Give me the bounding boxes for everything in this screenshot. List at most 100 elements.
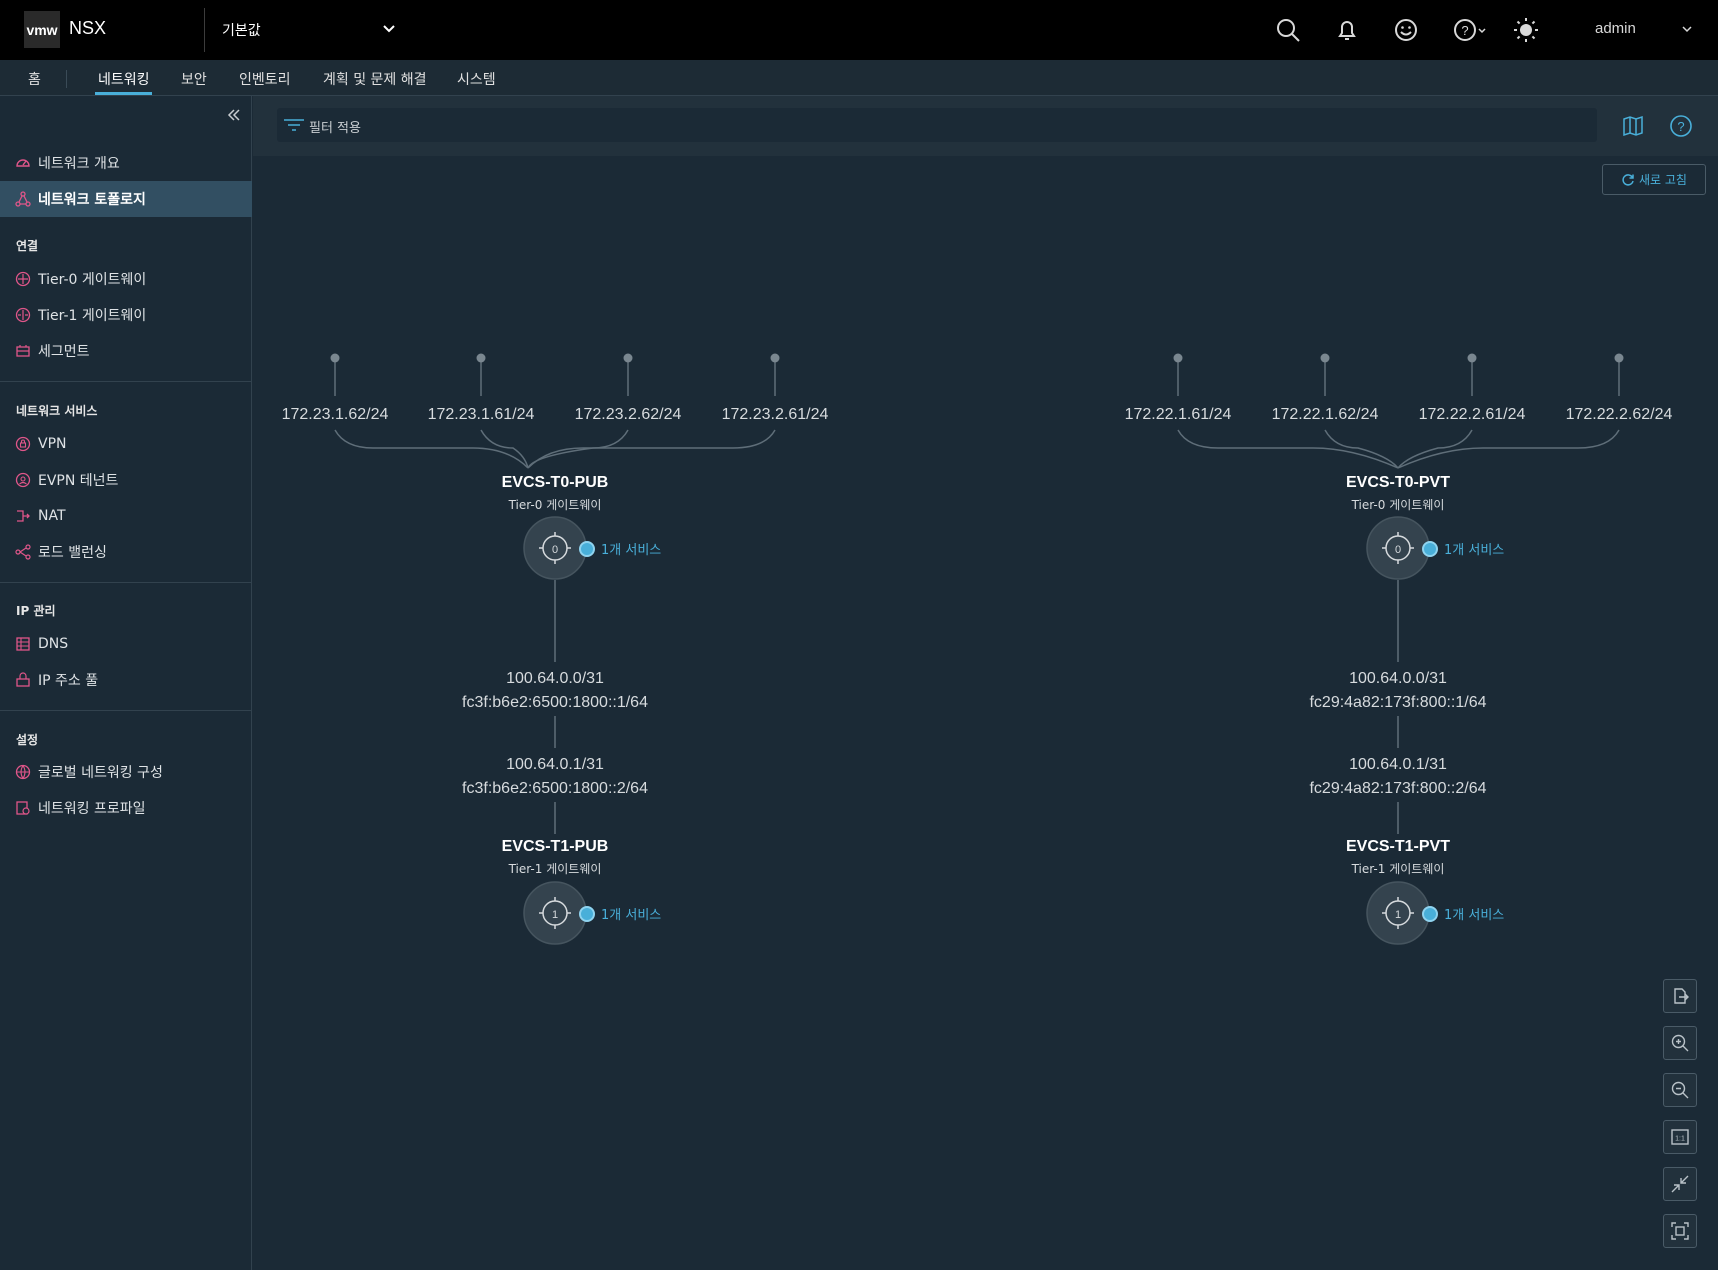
sidebar-item-segments[interactable]: 세그먼트 — [0, 333, 252, 369]
global-config-icon — [15, 764, 31, 780]
uplink-ip-label: 172.22.1.61/24 — [1125, 406, 1232, 423]
active-tab-indicator — [95, 92, 152, 95]
project-selector-label[interactable]: 기본값 — [222, 20, 261, 40]
sidebar-item-ip-address-pools[interactable]: IP 주소 풀 — [0, 662, 252, 698]
service-status-dot — [1422, 906, 1438, 922]
uplink-ip-label: 172.22.1.62/24 — [1272, 406, 1379, 423]
vmware-logo[interactable]: vmw — [24, 11, 60, 48]
sidebar-item-label: IP 주소 풀 — [38, 673, 99, 689]
bell-icon[interactable] — [1333, 16, 1361, 44]
fit-to-screen-icon — [1671, 1222, 1689, 1240]
svg-text:?: ? — [1677, 119, 1684, 134]
search-icon[interactable] — [1274, 16, 1302, 44]
evpn-tenant-icon — [15, 472, 31, 488]
product-name: NSX — [69, 18, 107, 38]
tier1-gateway-icon — [15, 307, 31, 323]
tab-home[interactable]: 홈 — [28, 69, 41, 89]
filter-input[interactable]: 필터 적용 — [277, 108, 1597, 142]
sidebar-item-label: Tier-0 게이트웨이 — [38, 272, 147, 288]
uplink-ip-label: 172.22.2.61/24 — [1419, 406, 1526, 423]
ip-pool-icon — [16, 672, 30, 687]
t0-services-link[interactable]: 1개 서비스 — [1444, 543, 1504, 558]
t1-gateway-name[interactable]: EVCS-T1-PUB — [502, 838, 609, 855]
sidebar-item-tier0-gateway[interactable]: Tier-0 게이트웨이 — [0, 261, 252, 297]
t0-gateway-node[interactable]: 0 — [523, 516, 587, 580]
vpn-icon — [15, 436, 31, 452]
endpoint-dot — [476, 353, 486, 363]
tab-networking[interactable]: 네트워킹 — [98, 69, 150, 89]
zoom-in-button[interactable] — [1663, 1026, 1697, 1060]
sidebar-item-evpn-tenant[interactable]: EVPN 테넌트 — [0, 462, 252, 498]
fit-to-screen-button[interactable] — [1663, 1214, 1697, 1248]
topology-canvas[interactable]: 172.23.1.62/24 172.23.1.61/24 172.23.2.6… — [253, 96, 1718, 1270]
sidebar-item-nat[interactable]: NAT — [0, 498, 252, 534]
user-menu[interactable]: admin — [1595, 20, 1636, 37]
t1-gateway-node[interactable]: 1 — [523, 881, 587, 945]
map-icon[interactable] — [1621, 114, 1645, 138]
uplink-ip-label: 172.23.1.62/24 — [282, 406, 389, 423]
sidebar-item-tier1-gateway[interactable]: Tier-1 게이트웨이 — [0, 297, 252, 333]
zoom-out-button[interactable] — [1663, 1073, 1697, 1107]
help-icon[interactable]: ? — [1669, 114, 1693, 138]
uplink-endpoints — [1173, 353, 1624, 363]
collapse-sidebar-icon[interactable] — [225, 106, 243, 124]
t1-services-link[interactable]: 1개 서비스 — [601, 908, 661, 923]
right-topology: 172.22.1.61/24 172.22.1.62/24 172.22.2.6… — [1125, 353, 1673, 945]
link-ipv4-label: 100.64.0.0/31 — [506, 670, 604, 687]
segment-icon — [16, 345, 30, 357]
sidebar-item-label: Tier-1 게이트웨이 — [38, 308, 147, 324]
sidebar-item-label: VPN — [38, 436, 67, 452]
profile-icon — [16, 801, 30, 815]
svg-text:1:1: 1:1 — [1675, 1136, 1685, 1143]
endpoint-dot — [1173, 353, 1183, 363]
t0-gateway-node[interactable]: 0 — [1366, 516, 1430, 580]
tab-inventory[interactable]: 인벤토리 — [239, 69, 291, 89]
dashboard-gauge-icon — [16, 159, 30, 167]
t1-gateway-node[interactable]: 1 — [1366, 881, 1430, 945]
endpoint-dot — [770, 353, 780, 363]
link-ipv6-label: fc3f:b6e2:6500:1800::2/64 — [462, 780, 648, 797]
refresh-button[interactable]: 새로 고침 — [1602, 164, 1706, 195]
topology-icon — [15, 191, 31, 207]
sidebar-item-label: EVPN 테넌트 — [38, 473, 119, 489]
t0-gateway-name[interactable]: EVCS-T0-PVT — [1346, 474, 1450, 491]
tab-plan-troubleshoot[interactable]: 계획 및 문제 해결 — [323, 69, 427, 89]
help-icon[interactable]: ? — [1452, 16, 1488, 44]
sidebar-item-networking-profiles[interactable]: 네트워킹 프로파일 — [0, 790, 252, 826]
sidebar-item-vpn[interactable]: VPN — [0, 426, 252, 462]
dns-icon — [16, 637, 30, 651]
header-divider — [204, 8, 205, 52]
actual-size-button[interactable]: 1:1 — [1663, 1120, 1697, 1154]
theme-sun-icon[interactable] — [1512, 16, 1540, 44]
t0-gateway-name[interactable]: EVCS-T0-PUB — [502, 474, 609, 491]
link-ipv6-label: fc3f:b6e2:6500:1800::1/64 — [462, 694, 648, 711]
collapse-view-button[interactable] — [1663, 1167, 1697, 1201]
actual-size-icon: 1:1 — [1671, 1129, 1689, 1145]
sidebar-item-load-balancing[interactable]: 로드 밸런싱 — [0, 534, 252, 570]
uplink-endpoints — [330, 353, 780, 363]
section-title-connectivity: 연결 — [16, 239, 39, 253]
link-ipv4-label: 100.64.0.1/31 — [1349, 756, 1447, 773]
service-status-dot — [1422, 541, 1438, 557]
link-ipv4-label: 100.64.0.0/31 — [1349, 670, 1447, 687]
feedback-smiley-icon[interactable] — [1392, 16, 1420, 44]
sidebar-item-label: 네트워크 토폴로지 — [38, 192, 146, 208]
sidebar-item-network-topology[interactable]: 네트워크 토폴로지 — [0, 181, 252, 217]
sidebar-item-global-networking-config[interactable]: 글로벌 네트워킹 구성 — [0, 754, 252, 790]
t0-services-link[interactable]: 1개 서비스 — [601, 543, 661, 558]
tab-security[interactable]: 보안 — [181, 69, 207, 89]
t0-gateway-type: Tier-0 게이트웨이 — [508, 498, 602, 512]
uplink-ip-label: 172.22.2.62/24 — [1566, 406, 1673, 423]
t1-services-link[interactable]: 1개 서비스 — [1444, 908, 1504, 923]
sidebar-item-dns[interactable]: DNS — [0, 626, 252, 662]
export-button[interactable] — [1663, 979, 1697, 1013]
sidebar-item-network-overview[interactable]: 네트워크 개요 — [0, 145, 252, 181]
chevron-down-icon[interactable] — [380, 20, 398, 38]
t1-gateway-name[interactable]: EVCS-T1-PVT — [1346, 838, 1450, 855]
tab-system[interactable]: 시스템 — [457, 69, 496, 89]
left-topology: 172.23.1.62/24 172.23.1.61/24 172.23.2.6… — [282, 353, 828, 945]
link-ipv4-label: 100.64.0.1/31 — [506, 756, 604, 773]
main-nav-tabs: 홈 네트워킹 보안 인벤토리 계획 및 문제 해결 시스템 — [0, 60, 1718, 96]
endpoint-dot — [623, 353, 633, 363]
chevron-down-icon[interactable] — [1680, 22, 1694, 36]
